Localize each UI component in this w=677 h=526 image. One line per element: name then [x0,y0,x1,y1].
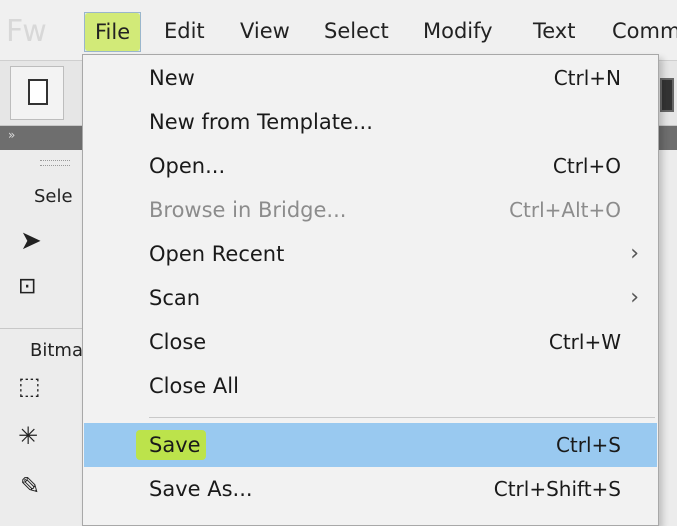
menu-item-shortcut: Ctrl+Alt+O [509,198,621,222]
menu-item-open-recent[interactable]: Open Recent › [84,232,657,276]
menu-item-label: Save As... [149,477,253,501]
magic-wand-tool-icon[interactable]: ✳ [18,424,38,448]
menu-item-label: Browse in Bridge... [149,198,347,222]
new-document-button[interactable] [10,66,64,120]
menu-item-close-all[interactable]: Close All [84,364,657,408]
menu-item-label: Save [149,433,201,457]
menu-item-label: Open... [149,154,226,178]
menu-item-label: New from Template... [149,110,373,134]
menu-modify[interactable]: Modify [423,14,493,48]
menu-bar: Fw File Edit View Select Modify Text Com… [0,0,677,61]
menu-item-new[interactable]: New Ctrl+N [84,56,657,100]
pointer-tool-icon[interactable]: ➤ [20,228,42,254]
panel-grip-icon[interactable] [40,160,70,166]
menu-item-label: Close [149,330,207,354]
scale-tool-icon[interactable]: ⊡ [18,276,36,298]
menu-item-scan[interactable]: Scan › [84,276,657,320]
menu-item-new-from-template[interactable]: New from Template... [84,100,657,144]
menu-file[interactable]: File [84,12,142,52]
file-menu-dropdown: New Ctrl+N New from Template... Open... … [82,54,659,526]
menu-view[interactable]: View [240,14,290,48]
tools-section-bitmap: Bitma [30,340,83,361]
menu-item-label: Close All [149,374,239,398]
new-document-icon [28,79,48,105]
menu-item-save[interactable]: Save Ctrl+S [84,423,657,467]
menu-item-shortcut: Ctrl+Shift+S [493,477,621,501]
marquee-tool-icon[interactable]: ⬚ [18,374,41,398]
menu-item-close[interactable]: Close Ctrl+W [84,320,657,364]
menu-commands[interactable]: Comm [612,14,677,48]
app-logo: Fw [6,14,47,49]
menu-select[interactable]: Select [324,14,389,48]
menu-item-label: Open Recent [149,242,285,266]
menu-item-shortcut: Ctrl+S [555,433,621,457]
menu-item-shortcut: Ctrl+W [548,330,621,354]
submenu-arrow-icon: › [630,285,639,310]
tools-divider [0,328,82,329]
submenu-arrow-icon: › [630,241,639,266]
toolbar-handle-icon[interactable] [660,78,674,112]
menu-edit[interactable]: Edit [164,14,205,48]
menu-item-browse-in-bridge: Browse in Bridge... Ctrl+Alt+O [84,188,657,232]
menu-file-label: File [95,20,131,44]
tools-section-select: Sele [34,186,73,207]
menu-item-shortcut: Ctrl+O [552,154,621,178]
menu-item-label: Scan [149,286,201,310]
menu-item-shortcut: Ctrl+N [553,66,621,90]
menu-item-label: New [149,66,195,90]
menu-text[interactable]: Text [533,14,575,48]
menu-item-save-as[interactable]: Save As... Ctrl+Shift+S [84,467,657,511]
menu-separator [149,417,655,418]
menu-item-open[interactable]: Open... Ctrl+O [84,144,657,188]
pencil-tool-icon[interactable]: ✎ [20,474,40,498]
expand-arrows-icon: » [8,128,16,142]
